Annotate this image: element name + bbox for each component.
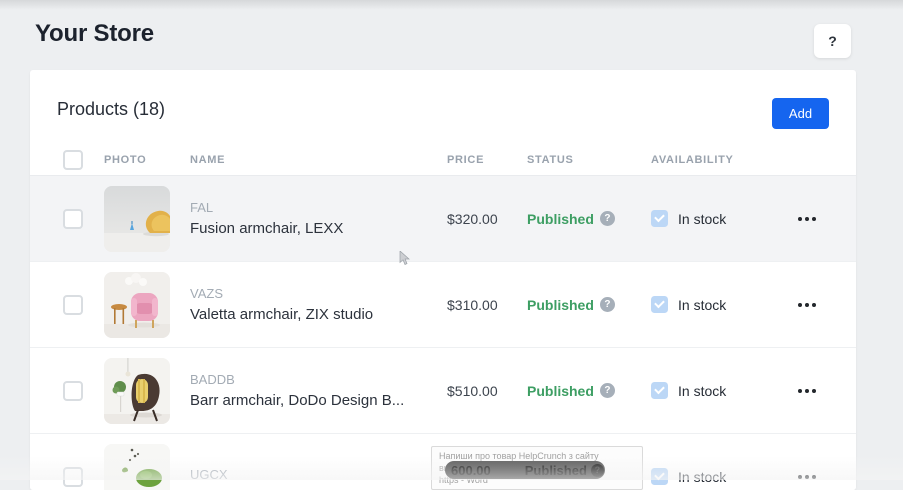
product-name-cell[interactable]: VAZS Valetta armchair, ZIX studio [190, 286, 447, 323]
column-header-availability: AVAILABILITY [651, 154, 784, 166]
product-sku: FAL [190, 200, 447, 215]
armchair-brown-image [104, 358, 170, 424]
table-row: UGCX In stock [30, 434, 856, 490]
column-header-price: PRICE [447, 154, 527, 166]
status-help-icon[interactable]: ? [600, 297, 615, 312]
availability-label: In stock [678, 383, 726, 399]
status-cell: Published ? [527, 297, 651, 313]
product-photo [104, 186, 170, 252]
in-stock-checkbox[interactable] [651, 468, 668, 485]
product-sku: BADDB [190, 372, 447, 387]
availability-label: In stock [678, 469, 726, 485]
status-label: Published [527, 383, 594, 399]
availability-cell: In stock [651, 382, 784, 399]
table-row: BADDB Barr armchair, DoDo Design B... $5… [30, 348, 856, 434]
armchair-green-image [104, 444, 170, 490]
row-select-checkbox[interactable] [63, 209, 83, 229]
product-photo [104, 358, 170, 424]
row-menu-button[interactable] [784, 297, 829, 313]
product-sku: UGCX [190, 467, 447, 482]
status-label: Published [527, 297, 594, 313]
availability-cell: In stock [651, 210, 784, 227]
armchair-yellow-image [104, 186, 170, 252]
column-header-photo: PHOTO [104, 154, 190, 166]
table-row: FAL Fusion armchair, LEXX $320.00 Publis… [30, 176, 856, 262]
product-name: Fusion armchair, LEXX [190, 220, 447, 237]
status-help-icon[interactable]: ? [600, 383, 615, 398]
in-stock-checkbox[interactable] [651, 210, 668, 227]
row-menu-button[interactable] [784, 383, 829, 399]
product-photo [104, 444, 170, 490]
product-price: $510.00 [447, 383, 527, 399]
availability-cell: In stock [651, 296, 784, 313]
row-select-checkbox[interactable] [63, 381, 83, 401]
help-button[interactable]: ? [814, 24, 851, 58]
product-price: $320.00 [447, 211, 527, 227]
column-header-name: NAME [190, 154, 447, 166]
products-card: Products (18) Add PHOTO NAME PRICE STATU… [30, 70, 856, 490]
products-heading: Products (18) [57, 99, 165, 120]
table-row: VAZS Valetta armchair, ZIX studio $310.0… [30, 262, 856, 348]
top-edge-shade [0, 0, 903, 10]
page-title: Your Store [35, 20, 154, 48]
product-photo [104, 272, 170, 338]
table-header-row: PHOTO NAME PRICE STATUS AVAILABILITY [30, 145, 856, 176]
product-name: Valetta armchair, ZIX studio [190, 306, 447, 323]
product-name-cell[interactable]: FAL Fusion armchair, LEXX [190, 200, 447, 237]
status-help-icon[interactable]: ? [600, 211, 615, 226]
product-name: Barr armchair, DoDo Design B... [190, 392, 447, 409]
status-cell: Published ? [527, 211, 651, 227]
card-header: Products (18) Add [30, 70, 856, 145]
question-mark-icon: ? [828, 33, 837, 49]
row-menu-button[interactable] [784, 211, 829, 227]
armchair-pink-image [104, 272, 170, 338]
column-header-status: STATUS [527, 154, 651, 166]
status-label: Published [527, 211, 594, 227]
select-all-checkbox[interactable] [63, 150, 83, 170]
product-sku: VAZS [190, 286, 447, 301]
row-select-checkbox[interactable] [63, 295, 83, 315]
availability-label: In stock [678, 211, 726, 227]
add-product-button[interactable]: Add [772, 98, 829, 129]
product-name-cell[interactable]: BADDB Barr armchair, DoDo Design B... [190, 372, 447, 409]
availability-cell: In stock [651, 468, 784, 485]
product-price: $310.00 [447, 297, 527, 313]
availability-label: In stock [678, 297, 726, 313]
in-stock-checkbox[interactable] [651, 296, 668, 313]
status-cell: Published ? [527, 383, 651, 399]
product-name-cell[interactable]: UGCX [190, 467, 447, 487]
row-menu-button[interactable] [784, 469, 829, 485]
row-select-checkbox[interactable] [63, 467, 83, 487]
in-stock-checkbox[interactable] [651, 382, 668, 399]
